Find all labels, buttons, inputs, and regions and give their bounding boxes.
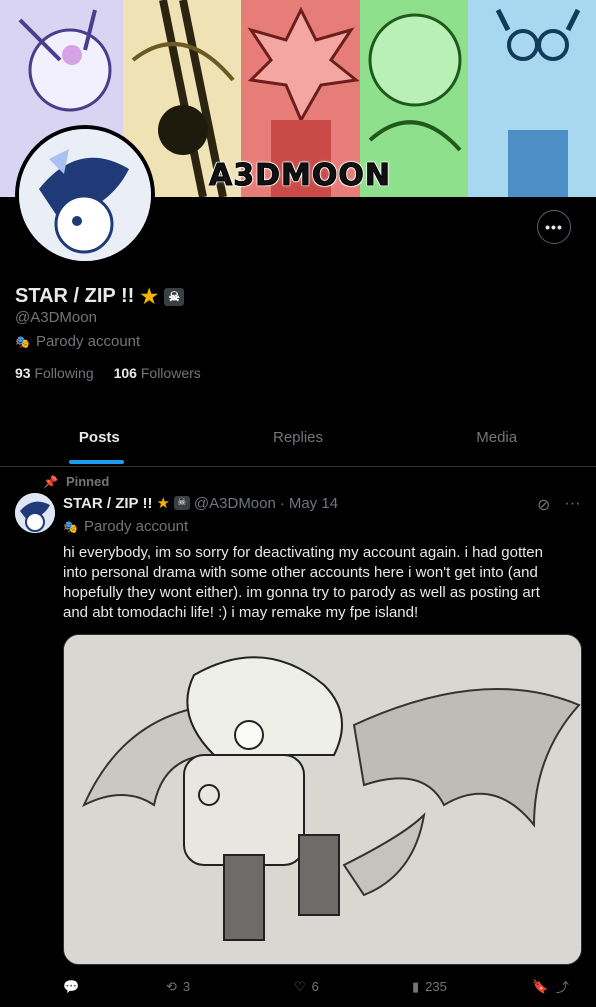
profile-handle: @A3DMoon (15, 309, 97, 326)
pinned-label: Pinned (65, 474, 110, 489)
star-icon: ★ (156, 495, 170, 512)
banner-title: A3DMOON (209, 158, 391, 194)
profile-avatar[interactable] (15, 125, 155, 265)
tweet-display-name[interactable]: STAR / ZIP !! (63, 495, 152, 512)
retweet-count: 3 (182, 979, 191, 994)
followers-count: 106 (113, 365, 137, 381)
tweet-media-image[interactable] (63, 634, 582, 965)
tab-media[interactable]: Media (397, 420, 596, 466)
retweet-button[interactable]: ⟲ 3 (166, 977, 294, 996)
like-count: 6 (311, 979, 319, 994)
reply-icon: 💬 (63, 978, 80, 994)
banner-panel-blue (468, 0, 596, 197)
followers-link[interactable]: 106 Followers (114, 365, 201, 381)
parody-badge[interactable]: 🎭 Parody account (15, 333, 140, 350)
share-icon: ⤴ (556, 980, 570, 995)
tweet-more-icon[interactable]: ··· (564, 495, 580, 515)
pirate-flag-icon: ☠ (173, 496, 190, 510)
active-tab-indicator (69, 460, 124, 464)
retweet-icon: ⟲ (166, 978, 177, 994)
follow-counts: 93 Following 106 Followers (15, 365, 201, 381)
views-button[interactable]: ▮ 235 (412, 977, 532, 996)
tweet-top-icons: ⊘ ··· (537, 495, 580, 515)
following-count: 93 (15, 365, 31, 381)
tweet-text: hi everybody, im so sorry for deactivati… (63, 544, 543, 621)
reply-button[interactable]: 💬 (63, 977, 166, 996)
profile-name-row: STAR / ZIP !! ★ ☠ (15, 284, 185, 309)
tweet-parody-badge[interactable]: 🎭 Parody account (63, 518, 188, 535)
grok-icon[interactable]: ⊘ (537, 495, 550, 515)
heart-icon: ♡ (294, 978, 306, 994)
parody-label: Parody account (35, 333, 141, 350)
bookmark-button[interactable]: 🔖 (532, 977, 556, 996)
pirate-flag-icon: ☠ (164, 287, 185, 306)
star-icon: ★ (140, 286, 159, 308)
views-count: 235 (425, 979, 447, 994)
views-icon: ▮ (412, 978, 420, 994)
following-link[interactable]: 93 Following (15, 365, 94, 381)
tweet-separator: · (279, 494, 285, 512)
mask-icon: 🎭 (15, 334, 30, 349)
tweet-date[interactable]: May 14 (289, 495, 338, 512)
tweet-parody-label: Parody account (83, 518, 189, 535)
tweet-avatar[interactable] (15, 493, 55, 533)
pin-icon: 📌 (43, 474, 58, 489)
mask-icon: 🎭 (63, 519, 78, 534)
following-label: Following (34, 365, 94, 381)
profile-display-name: STAR / ZIP !! (15, 285, 135, 307)
bookmark-icon: 🔖 (532, 978, 549, 994)
tweet-header: STAR / ZIP !! ★ ☠ @A3DMoon · May 14 (63, 494, 338, 513)
followers-label: Followers (140, 365, 201, 381)
tweet-actions: 💬 ⟲ 3 ♡ 6 ▮ 235 🔖 ⤴ (63, 977, 580, 996)
avatar-image (19, 129, 151, 261)
share-button[interactable]: ⤴ (556, 977, 576, 996)
like-button[interactable]: ♡ 6 (294, 977, 412, 996)
tab-replies[interactable]: Replies (199, 420, 398, 466)
more-options-button[interactable]: ••• (537, 210, 571, 244)
pinned-indicator: 📌 Pinned (43, 474, 109, 489)
tweet-handle[interactable]: @A3DMoon (194, 495, 276, 512)
